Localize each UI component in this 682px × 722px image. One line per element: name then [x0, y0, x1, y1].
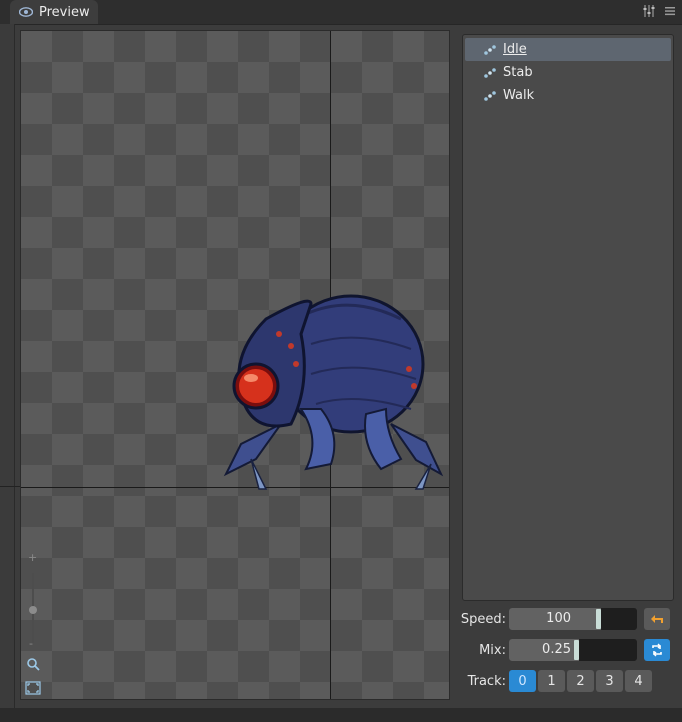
- list-item[interactable]: Stab: [465, 61, 671, 84]
- mix-slider[interactable]: 0.25: [509, 639, 637, 661]
- loop-icon: [652, 643, 662, 657]
- tab-preview[interactable]: Preview: [10, 0, 98, 24]
- mix-row: Mix: 0.25: [455, 639, 682, 663]
- mix-value: 0.25: [542, 642, 571, 657]
- settings-sliders-icon[interactable]: [642, 4, 656, 18]
- back-arrow-icon: [651, 615, 663, 623]
- zoom-out-button[interactable]: -: [29, 637, 33, 650]
- speed-value: 100: [546, 611, 571, 626]
- list-item[interactable]: Walk: [465, 84, 671, 107]
- track-button-2[interactable]: 2: [567, 670, 594, 692]
- animation-icon: [484, 67, 496, 78]
- tab-label: Preview: [39, 4, 90, 20]
- fit-view-icon[interactable]: [25, 681, 41, 695]
- track-label: Track:: [467, 674, 506, 689]
- preview-viewport[interactable]: + -: [20, 30, 450, 700]
- speed-slider[interactable]: 100: [509, 608, 637, 630]
- menu-icon[interactable]: [664, 5, 676, 17]
- bottom-bar: [0, 708, 682, 722]
- zoom-in-button[interactable]: +: [28, 551, 37, 564]
- axis-extension: [0, 486, 20, 487]
- mix-slider-handle[interactable]: [574, 640, 579, 660]
- mix-label: Mix:: [479, 643, 506, 658]
- track-row: Track: 0 1 2 3 4: [455, 670, 682, 694]
- animation-list[interactable]: Idle Stab Walk: [462, 34, 674, 601]
- track-selector: 0 1 2 3 4: [509, 670, 652, 692]
- magnifier-icon[interactable]: [26, 657, 40, 671]
- loop-toggle-button[interactable]: [644, 639, 670, 661]
- animation-label: Stab: [503, 65, 533, 80]
- animation-icon: [484, 90, 496, 101]
- animation-label: Idle: [503, 42, 527, 57]
- track-button-0[interactable]: 0: [509, 670, 536, 692]
- speed-label: Speed:: [460, 612, 506, 627]
- track-button-3[interactable]: 3: [596, 670, 623, 692]
- panel-header: Preview: [0, 0, 682, 25]
- animation-label: Walk: [503, 88, 535, 103]
- eye-icon: [19, 7, 33, 17]
- speed-slider-handle[interactable]: [596, 609, 601, 629]
- spider-creature-preview: [223, 294, 444, 490]
- reverse-button[interactable]: [644, 608, 670, 630]
- left-edge: [0, 24, 15, 714]
- animation-panel: Idle Stab Walk Speed: 100 Mix: 0.25 Trac…: [455, 28, 682, 708]
- track-button-4[interactable]: 4: [625, 670, 652, 692]
- zoom-slider-knob[interactable]: [29, 606, 37, 614]
- track-button-1[interactable]: 1: [538, 670, 565, 692]
- speed-row: Speed: 100: [455, 608, 682, 632]
- list-item[interactable]: Idle: [465, 38, 671, 61]
- animation-icon: [484, 44, 496, 55]
- zoom-control[interactable]: + -: [21, 551, 45, 695]
